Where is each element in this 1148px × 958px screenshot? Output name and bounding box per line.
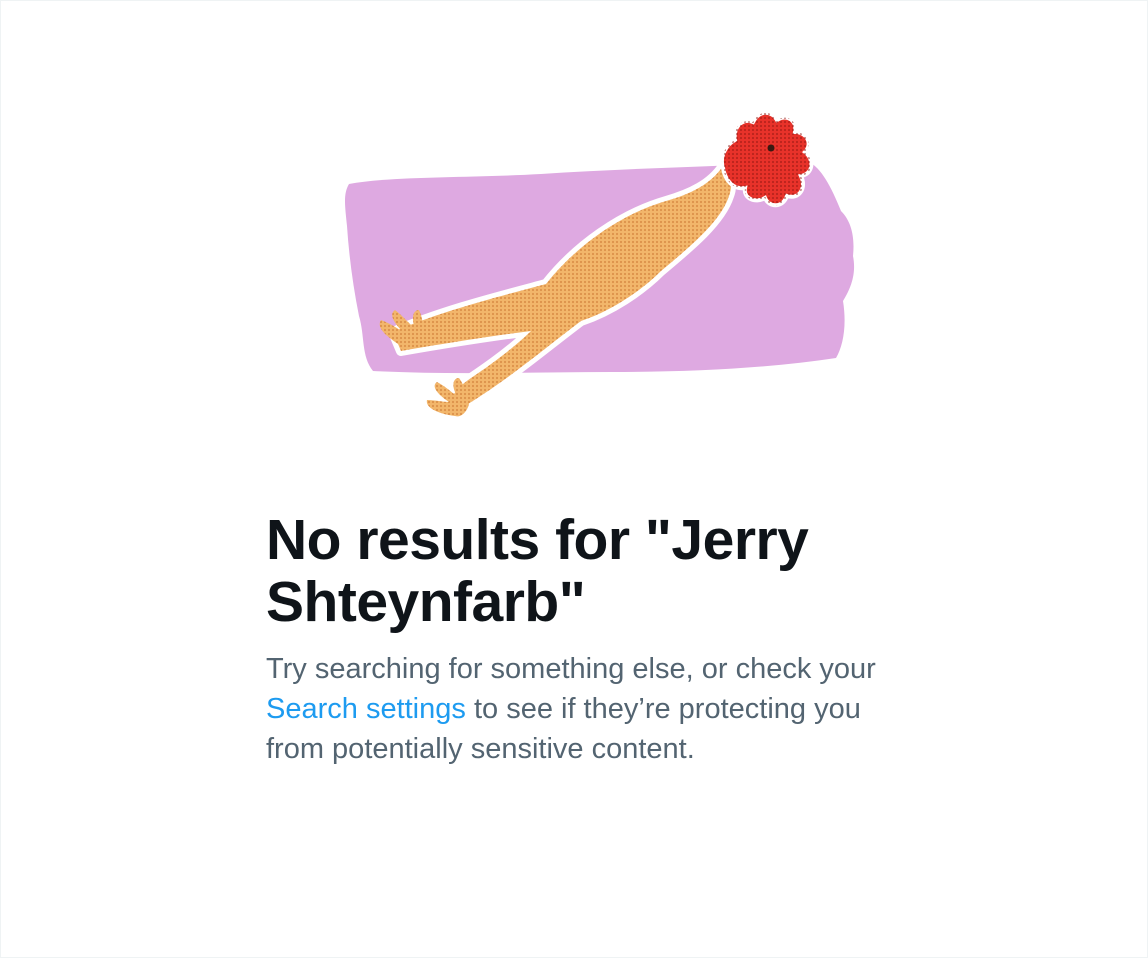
search-settings-link[interactable]: Search settings [266,693,466,725]
empty-state-message: Try searching for something else, or che… [266,649,926,769]
rubber-chicken-illustration [345,110,855,419]
empty-state: No results for "Jerry Shteynfarb" Try se… [266,509,926,769]
empty-state-title: No results for "Jerry Shteynfarb" [266,508,809,634]
empty-state-message-start: Try searching for something else, or che… [266,653,876,685]
search-results-panel: No results for "Jerry Shteynfarb" Try se… [0,0,1148,958]
